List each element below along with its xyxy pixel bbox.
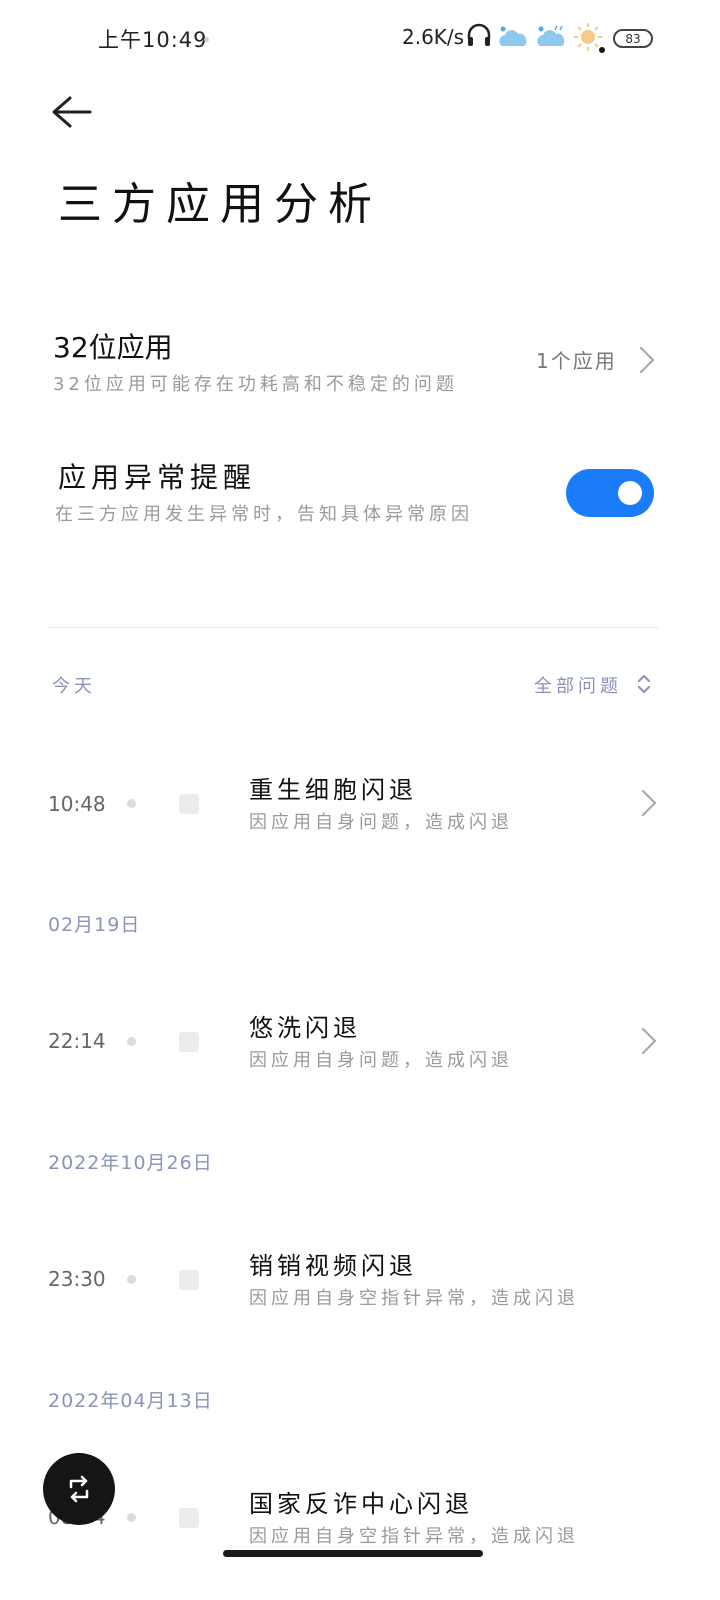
app32-count: 1个应用 [536,349,617,373]
item-time: 22:14 [48,1029,106,1053]
filter-dropdown[interactable]: 全部问题 [534,672,622,698]
network-speed: 2.6K/s [402,25,465,49]
battery-indicator: 83 [613,29,653,48]
app-icon [179,1508,199,1528]
date-label: 2022年10月26日 [48,1152,213,1174]
swap-arrows-icon [69,1475,89,1503]
item-time: 10:48 [48,792,106,816]
timeline-dot [127,1275,136,1284]
date-label: 02月19日 [48,914,141,936]
weather-cloud-icon [499,26,527,46]
item-title: 国家反诈中心闪退 [249,1490,473,1518]
weather-sun-icon [574,23,605,53]
chevron-right-icon [641,1027,657,1055]
item-subtitle: 因应用自身空指针异常，造成闪退 [249,1526,579,1547]
weather-rain-icon [537,25,565,46]
section-label-today: 今天 [52,676,96,697]
home-indicator[interactable] [223,1550,483,1557]
item-time: 23:30 [48,1267,106,1291]
anomaly-subtitle: 在三方应用发生异常时，告知具体异常原因 [55,504,473,525]
notification-dot [204,37,209,42]
sort-chevrons-icon[interactable] [636,673,652,695]
app-icon [179,1032,199,1052]
crash-list-item[interactable]: 23:30 销销视频闪退 因应用自身空指针异常，造成闪退 [40,1236,680,1326]
item-subtitle: 因应用自身问题，造成闪退 [249,1050,513,1071]
crash-list-item[interactable]: 10:48 重生细胞闪退 因应用自身问题，造成闪退 [40,760,680,850]
chevron-right-icon [641,789,657,817]
status-time: 上午10:49 [98,28,208,52]
app32-title: 32位应用 [53,331,173,364]
timeline-dot [127,799,136,808]
anomaly-title: 应用异常提醒 [58,461,257,494]
app-icon [179,794,199,814]
headphones-icon [467,23,491,46]
app-icon [179,1270,199,1290]
anomaly-toggle[interactable] [566,469,654,517]
crash-list-item[interactable]: 22:14 悠洗闪退 因应用自身问题，造成闪退 [40,998,680,1088]
item-title: 悠洗闪退 [249,1014,361,1042]
status-bar: 上午10:49 2.6K/s 83 [0,0,720,78]
item-subtitle: 因应用自身空指针异常，造成闪退 [249,1288,579,1309]
switch-view-button[interactable] [43,1453,115,1525]
item-title: 销销视频闪退 [249,1252,417,1280]
timeline-dot [127,1513,136,1522]
chevron-right-icon [639,346,655,374]
item-title: 重生细胞闪退 [249,776,417,804]
anomaly-row: 应用异常提醒 在三方应用发生异常时，告知具体异常原因 [40,452,560,532]
app32-subtitle: 32位应用可能存在功耗高和不稳定的问题 [53,374,458,395]
page-title: 三方应用分析 [58,179,382,230]
divider [48,627,658,628]
back-arrow-icon[interactable] [48,92,94,132]
toggle-knob [618,481,642,505]
item-subtitle: 因应用自身问题，造成闪退 [249,812,513,833]
date-label: 2022年04月13日 [48,1390,213,1412]
timeline-dot [127,1037,136,1046]
